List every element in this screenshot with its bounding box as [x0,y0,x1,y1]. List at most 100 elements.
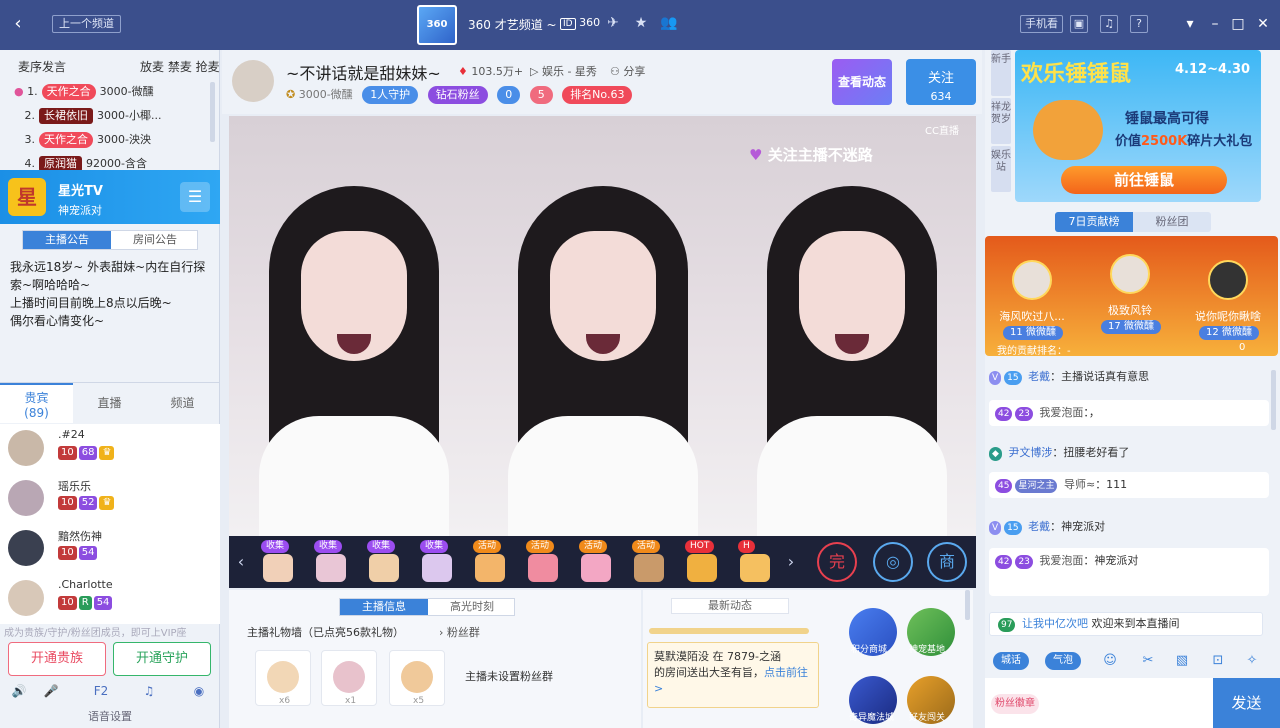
mic-row[interactable]: ● 1. 天作之合 3000-微醺 [0,80,220,104]
maximize-icon[interactable]: □ [1228,14,1248,34]
scissors-icon[interactable]: ✂ [1139,652,1157,670]
tab-anchor-notice[interactable]: 主播公告 [23,231,111,249]
complete-icon[interactable]: 完 [817,542,857,582]
rocket-icon[interactable]: ✈ [604,14,622,32]
lock-icon[interactable]: ⊡ [1209,652,1227,670]
bubble-button[interactable]: 气泡 [1045,652,1081,670]
minimize-icon[interactable]: – [1205,14,1225,34]
tab-fan-group[interactable]: 粉丝团 [1133,212,1211,232]
chevron-left-icon[interactable]: ‹ [8,14,28,34]
tab-anchor-info[interactable]: 主播信息 [340,599,428,615]
mic-order-label[interactable]: 麦序发言 [18,58,66,75]
side-tab-ent[interactable]: 娱乐站 [991,146,1011,192]
god-pet-app[interactable]: 神宠基地 [907,608,955,656]
side-tab-newbie[interactable]: 新手 [991,50,1011,96]
list-item[interactable]: 瑶乐乐 10 52 ♛ [0,474,220,524]
fans-count-pill[interactable]: 0 [497,86,521,104]
msg-nick[interactable]: 老戴 [1028,370,1050,383]
star-icon[interactable]: ★ [632,14,650,32]
emoji-icon[interactable]: ☺ [1101,652,1119,670]
live-video[interactable]: ♥ 关注主播不迷路 CC直播 [229,116,976,536]
chat-input[interactable]: 粉丝徽章 发送 [985,678,1280,728]
tab-channel[interactable]: 频道 [146,383,219,423]
bell-icon[interactable]: ♫ [1100,15,1118,33]
send-button[interactable]: 发送 [1213,678,1280,728]
list-item[interactable]: .Charlotte 10 R 54 [0,574,220,624]
activity-banner[interactable]: 欢乐锤锤鼠 4.12~4.30 锤鼠最高可得 价值2500K碎片大礼包 前往锤鼠 [1015,50,1261,202]
voice-settings[interactable]: 语音设置 [0,706,220,728]
channel-title[interactable]: 360 才艺频道 ~ [468,16,557,33]
go-hammer-button[interactable]: 前往锤鼠 [1061,166,1227,194]
gift-item[interactable]: 活动 [465,540,513,584]
rank-pill[interactable]: 排名No.63 [562,86,633,104]
gift-item[interactable]: 活动 [518,540,566,584]
music-icon[interactable]: ♫ [140,682,158,700]
friends-app[interactable]: 好友闯关 [907,676,955,724]
news-card[interactable]: 莫默漠陌没 在 7879-之涵 的房间送出大圣有旨，点击前往> [647,642,819,708]
gift-item[interactable]: 收集 [412,540,460,584]
mic-actions[interactable]: 放麦 禁麦 抢麦 [140,58,220,75]
mic-row[interactable]: 2. 长裙依旧 3000-小椰... [0,104,220,128]
chevron-right-icon[interactable]: › [783,550,799,574]
open-guard-button[interactable]: 开通守护 [113,642,211,676]
guard-pill[interactable]: 1人守护 [362,86,419,104]
gift-item[interactable]: 收集 [253,540,301,584]
city-talk-button[interactable]: 城话 [993,652,1029,670]
chevron-left-icon[interactable]: ‹ [233,550,249,574]
welcome-user[interactable]: 让我中亿次吧 [1022,617,1088,630]
mic-icon[interactable]: 🎤 [42,682,60,700]
mic-row[interactable]: 3. 天作之合 3000-泱泱 [0,128,220,152]
bag-icon[interactable]: ◎ [873,542,913,582]
menu-icon[interactable]: ☰ [180,182,210,212]
gift-item[interactable]: 收集 [306,540,354,584]
gift-item[interactable]: 活动 [571,540,619,584]
fan-group-link[interactable]: › 粉丝群 [439,624,480,640]
msg-nick[interactable]: 我爱泡面 [1039,406,1083,419]
users-icon[interactable]: 👥 [660,14,678,32]
points-mall-app[interactable]: 积分商城 [849,608,897,656]
mic-row[interactable]: 4. 原润猫 92000-含含 [0,152,220,170]
view-dynamics-button[interactable]: 查看动态 [832,59,892,105]
dropdown-icon[interactable]: ▾ [1180,14,1200,34]
speaker-icon[interactable]: 🔊 [10,682,28,700]
prev-channel-button[interactable]: 上一个频道 [52,15,121,33]
category[interactable]: ▷ 娱乐 - 星秀 [530,63,597,79]
skin-icon[interactable]: ▣ [1070,15,1088,33]
msg-nick[interactable]: 我爱泡面 [1039,554,1083,567]
anchor-avatar[interactable] [232,60,274,102]
news-scrollbar[interactable] [965,590,970,620]
magic-city-app[interactable]: 奇异魔法城 [849,676,897,724]
mic-scrollbar[interactable] [210,82,215,142]
list-item[interactable]: .#24 10 68 ♛ [0,424,220,474]
fan-badge-button[interactable]: 粉丝徽章 [991,694,1039,714]
magic-icon[interactable]: ✧ [1243,652,1261,670]
record-icon[interactable]: ◉ [190,682,208,700]
f2-key-icon[interactable]: F2 [92,682,110,700]
diamond-fan-pill[interactable]: 钻石粉丝 [427,86,488,104]
rank-item[interactable]: 海风吹过八... 11 微微醺 [987,250,1077,346]
phone-watch-button[interactable]: 手机看 [1020,15,1063,33]
msg-nick[interactable]: 老戴 [1028,520,1050,533]
close-icon[interactable]: ✕ [1253,14,1273,34]
share-button[interactable]: ⚇ 分享 [610,63,645,79]
gift-item[interactable]: HOT [677,540,725,584]
chat-scrollbar[interactable] [1271,370,1276,430]
gift-item[interactable]: H [730,540,778,584]
gift-item[interactable]: 收集 [359,540,407,584]
tab-live[interactable]: 直播 [73,383,146,423]
msg-nick[interactable]: 尹文博涉 [1008,446,1052,459]
shop-icon[interactable]: 商 [927,542,967,582]
star-tv-banner[interactable]: 星 星光TV 神宠派对 ☰ [0,170,220,224]
list-item[interactable]: 黯然伤神 10 54 [0,524,220,574]
rank-item[interactable]: 说你呢你瞅啥 12 微微醺 [1183,250,1273,346]
tab-highlight[interactable]: 高光时刻 [428,599,516,615]
gift-item[interactable]: 活动 [624,540,672,584]
open-noble-button[interactable]: 开通贵族 [8,642,106,676]
tab-room-notice[interactable]: 房间公告 [111,231,199,249]
image-icon[interactable]: ▧ [1173,652,1191,670]
tab-week-rank[interactable]: 7日贡献榜 [1055,212,1133,232]
help-icon[interactable]: ? [1130,15,1148,33]
tab-noble[interactable]: 贵宾 (89) [0,383,73,423]
msg-nick[interactable]: 导师≈ [1064,478,1095,491]
rank-item[interactable]: 极致风铃 17 微微醺 [1085,244,1175,340]
